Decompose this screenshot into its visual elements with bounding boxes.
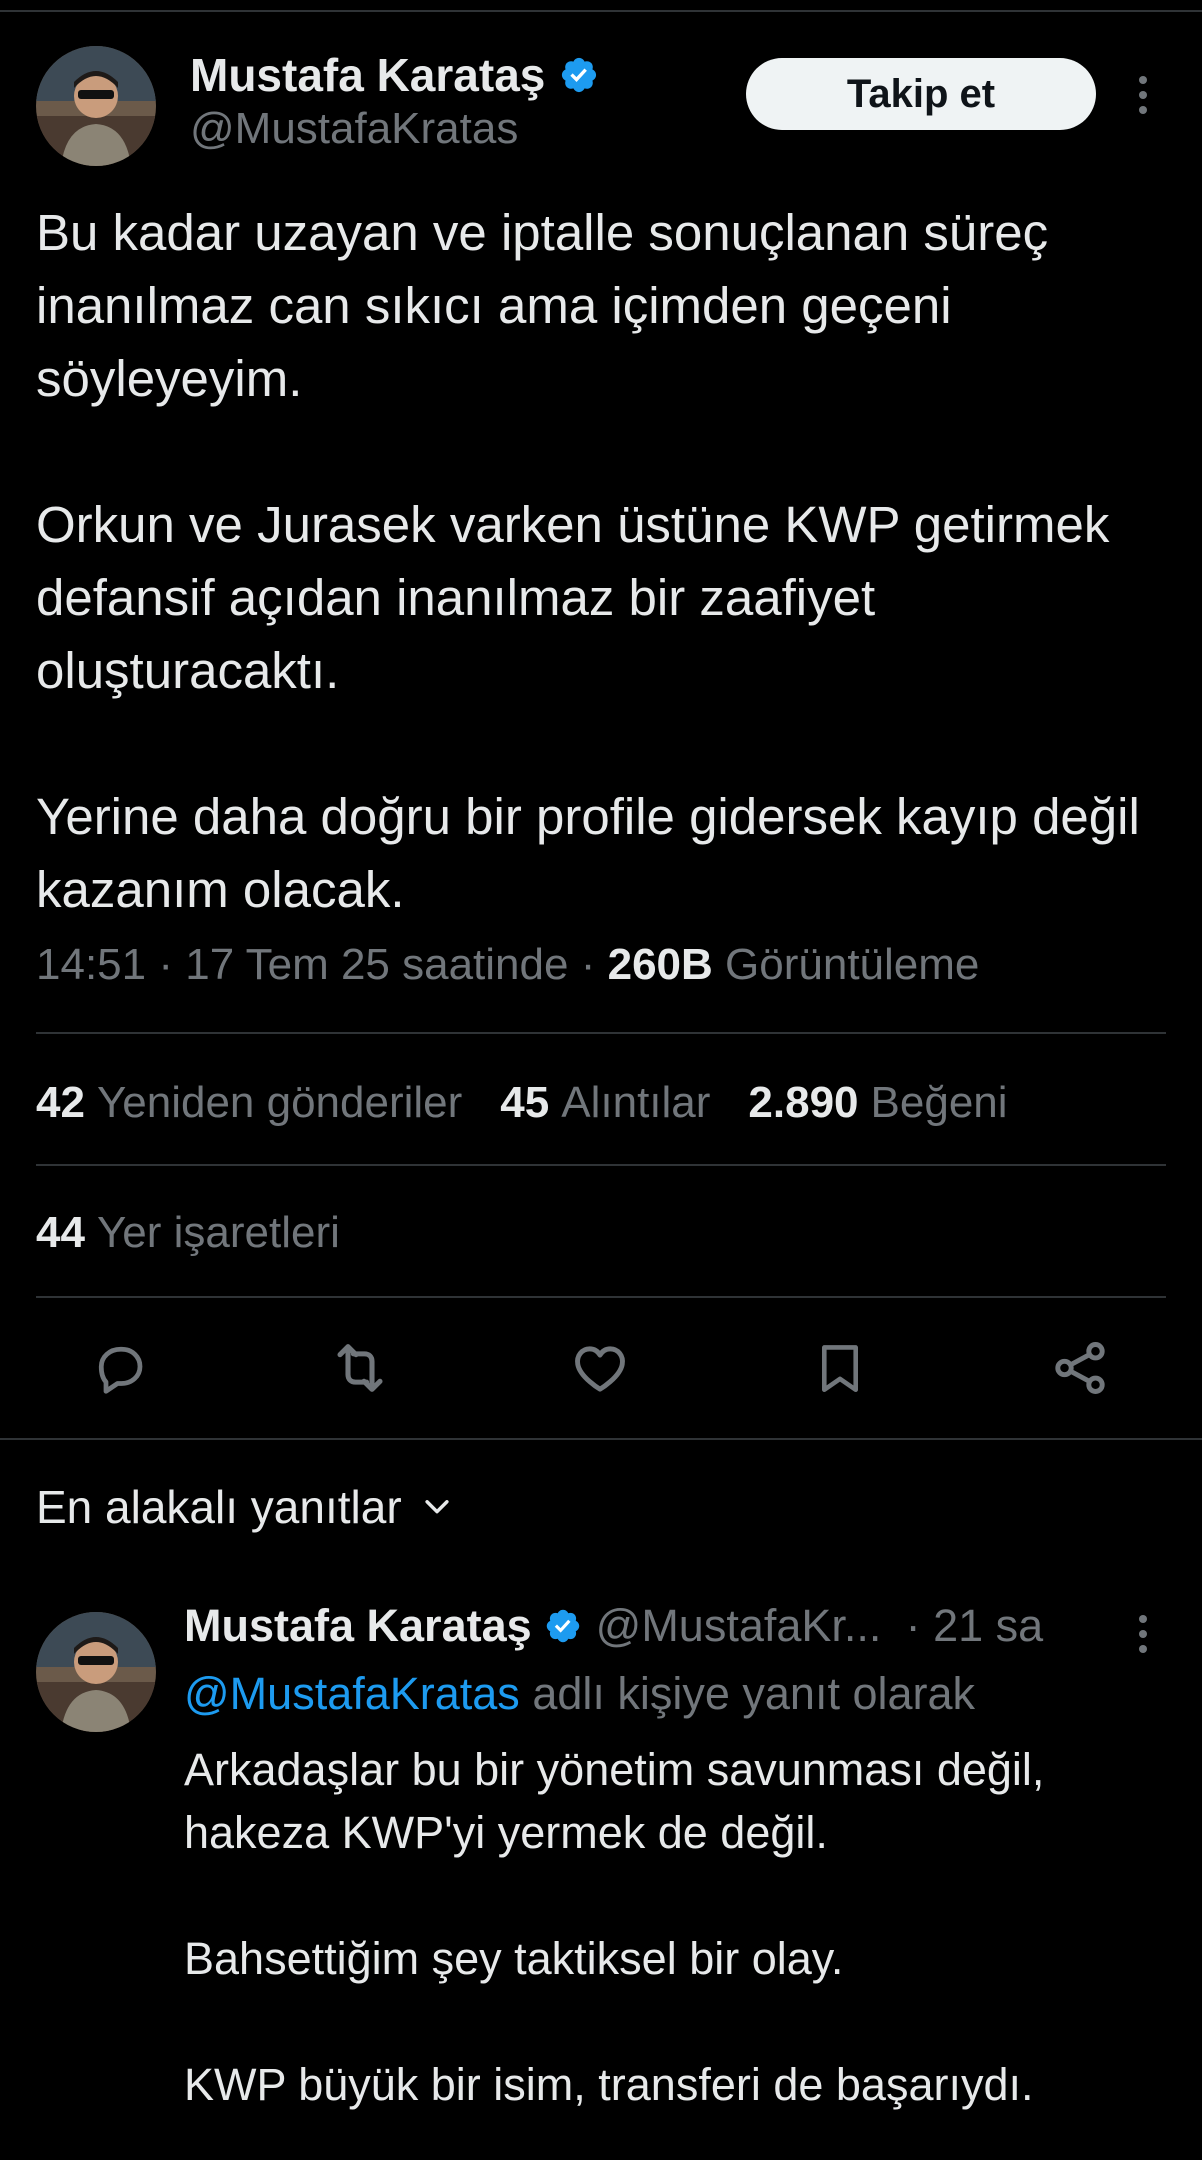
bookmarks-label: Yer işaretleri: [96, 1208, 340, 1257]
likes-label: Beğeni: [870, 1078, 1008, 1127]
reply-header: Mustafa Karataş @MustafaKr... · 21 sa: [184, 1600, 1043, 1652]
views-count[interactable]: 260B: [608, 940, 713, 989]
reply-author-name[interactable]: Mustafa Karataş: [184, 1600, 532, 1652]
bookmarks-count: 44: [36, 1208, 85, 1257]
divider: [36, 1296, 1166, 1298]
replying-to-mention[interactable]: @MustafaKratas: [184, 1668, 520, 1719]
tweet-paragraph: Yerine daha doğru bir profile gidersek k…: [36, 788, 1140, 918]
bookmark-stats: 44 Yer işaretleri: [36, 1208, 340, 1258]
reply-author-handle[interactable]: @MustafaKr...: [596, 1600, 896, 1652]
like-icon[interactable]: [562, 1330, 638, 1406]
replies-sort-dropdown[interactable]: En alakalı yanıtlar: [36, 1480, 454, 1534]
tweet-time[interactable]: 14:51: [36, 940, 146, 989]
meta-separator: ·: [580, 940, 596, 989]
top-divider: [0, 10, 1202, 12]
bookmark-icon[interactable]: [802, 1330, 878, 1406]
reply-paragraph: KWP büyük bir isim, transferi de başarıy…: [184, 2059, 1034, 2110]
replying-to-suffix: adlı kişiye yanıt olarak: [532, 1668, 976, 1719]
quotes-label: Alıntılar: [561, 1078, 711, 1127]
divider: [36, 1032, 1166, 1034]
chevron-down-icon: [420, 1480, 454, 1534]
action-bar: [0, 1330, 1202, 1406]
more-vertical-icon[interactable]: [1128, 65, 1158, 125]
reply-paragraph: Arkadaşlar bu bir yönetim savunması deği…: [184, 1744, 1045, 1858]
tweet-date[interactable]: 17 Tem 25 saatinde: [185, 940, 568, 989]
tweet-paragraph: Orkun ve Jurasek varken üstüne KWP getir…: [36, 496, 1110, 699]
reply-paragraph: Bahsettiğim şey taktiksel bir olay.: [184, 1933, 844, 1984]
views-label: Görüntüleme: [725, 940, 980, 989]
verified-badge-icon[interactable]: [559, 55, 599, 95]
replies-sort-label: En alakalı yanıtlar: [36, 1481, 402, 1533]
tweet-meta: 14:51 · 17 Tem 25 saatinde · 260B Görünt…: [36, 940, 979, 990]
follow-button[interactable]: Takip et: [746, 58, 1096, 130]
divider: [36, 1164, 1166, 1166]
section-divider: [0, 1438, 1202, 1440]
repost-icon[interactable]: [322, 1330, 398, 1406]
author-name-text: Mustafa Karataş: [190, 49, 546, 101]
reply-time[interactable]: · 21 sa: [906, 1600, 1044, 1652]
tweet-text: Bu kadar uzayan ve iptalle sonuçlanan sü…: [36, 196, 1176, 926]
reposts-stat[interactable]: 42 Yeniden gönderiler: [36, 1078, 462, 1128]
verified-badge-icon[interactable]: [544, 1607, 582, 1645]
reply-icon[interactable]: [82, 1330, 158, 1406]
tweet-paragraph: Bu kadar uzayan ve iptalle sonuçlanan sü…: [36, 204, 1049, 407]
likes-count: 2.890: [748, 1078, 859, 1127]
reposts-label: Yeniden gönderiler: [96, 1078, 463, 1127]
share-icon[interactable]: [1042, 1330, 1118, 1406]
author-avatar[interactable]: [36, 46, 156, 166]
replying-to: @MustafaKratas adlı kişiye yanıt olarak: [184, 1668, 975, 1720]
bookmarks-stat[interactable]: 44 Yer işaretleri: [36, 1208, 340, 1258]
reposts-count: 42: [36, 1078, 85, 1127]
bottom-edge: [0, 2124, 1202, 2160]
likes-stat[interactable]: 2.890 Beğeni: [748, 1078, 1007, 1128]
reply-author-avatar[interactable]: [36, 1612, 156, 1732]
quotes-stat[interactable]: 45 Alıntılar: [500, 1078, 710, 1128]
author-handle[interactable]: @MustafaKratas: [190, 104, 518, 154]
reply-more-vertical-icon[interactable]: [1128, 1604, 1158, 1664]
quotes-count: 45: [500, 1078, 550, 1127]
engagement-stats: 42 Yeniden gönderiler 45 Alıntılar 2.890 Be…: [36, 1078, 1008, 1128]
reply-text: Arkadaşlar bu bir yönetim savunması deği…: [184, 1738, 1174, 2116]
author-name[interactable]: Mustafa Karataş: [190, 48, 599, 102]
meta-separator: ·: [158, 940, 173, 989]
